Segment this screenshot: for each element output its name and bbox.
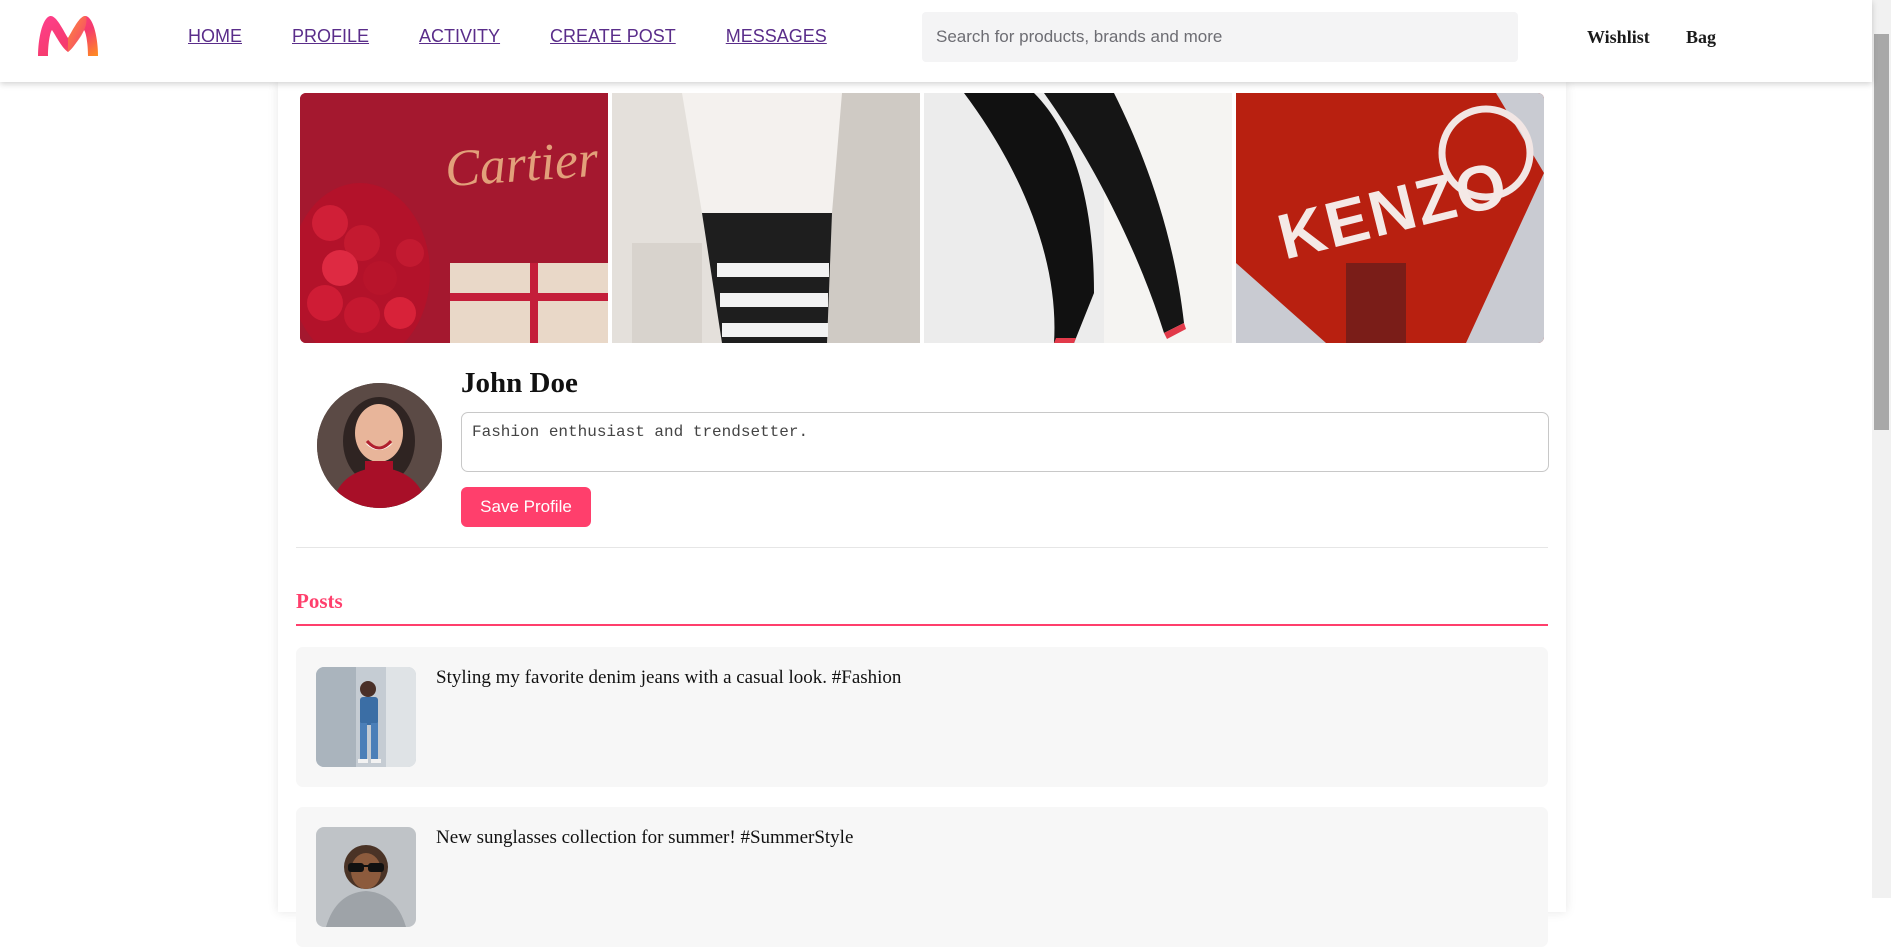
nav-create-post-link[interactable]: CREATE POST	[550, 26, 676, 47]
nav-profile-link[interactable]: PROFILE	[292, 26, 369, 47]
posts-underline	[296, 624, 1548, 626]
nav-home-link[interactable]: HOME	[188, 26, 242, 47]
section-divider	[296, 547, 1548, 548]
posts-heading: Posts	[296, 589, 343, 613]
post-text: New sunglasses collection for summer! #S…	[436, 827, 854, 848]
page-scrollbar-thumb[interactable]	[1874, 34, 1889, 430]
save-profile-button[interactable]: Save Profile	[461, 487, 591, 527]
banner-cartier-text: Cartier	[443, 130, 600, 199]
banner-image-street-style	[612, 93, 920, 343]
nav-activity-link[interactable]: ACTIVITY	[419, 26, 500, 47]
post-thumbnail[interactable]	[316, 827, 416, 927]
banner-image-heels	[924, 93, 1232, 343]
post-text: Styling my favorite denim jeans with a c…	[436, 667, 902, 688]
search-input[interactable]	[922, 12, 1518, 62]
profile-avatar[interactable]	[317, 383, 442, 508]
banner-image-kenzo: KENZO	[1236, 93, 1544, 343]
brand-logo-icon[interactable]	[34, 12, 102, 60]
cover-banner: Cartier KENZO	[300, 93, 1544, 343]
post-thumbnail[interactable]	[316, 667, 416, 767]
bag-link[interactable]: Bag	[1686, 27, 1716, 48]
post-card[interactable]: New sunglasses collection for summer! #S…	[296, 807, 1548, 947]
top-header: HOME PROFILE ACTIVITY CREATE POST MESSAG…	[0, 0, 1872, 82]
main-nav: HOME PROFILE ACTIVITY CREATE POST MESSAG…	[188, 26, 877, 47]
profile-name: John Doe	[461, 367, 578, 399]
bio-textarea[interactable]: Fashion enthusiast and trendsetter.	[461, 412, 1549, 472]
wishlist-link[interactable]: Wishlist	[1587, 27, 1650, 48]
post-card[interactable]: Styling my favorite denim jeans with a c…	[296, 647, 1548, 787]
banner-image-cartier: Cartier	[300, 93, 608, 343]
nav-messages-link[interactable]: MESSAGES	[726, 26, 827, 47]
